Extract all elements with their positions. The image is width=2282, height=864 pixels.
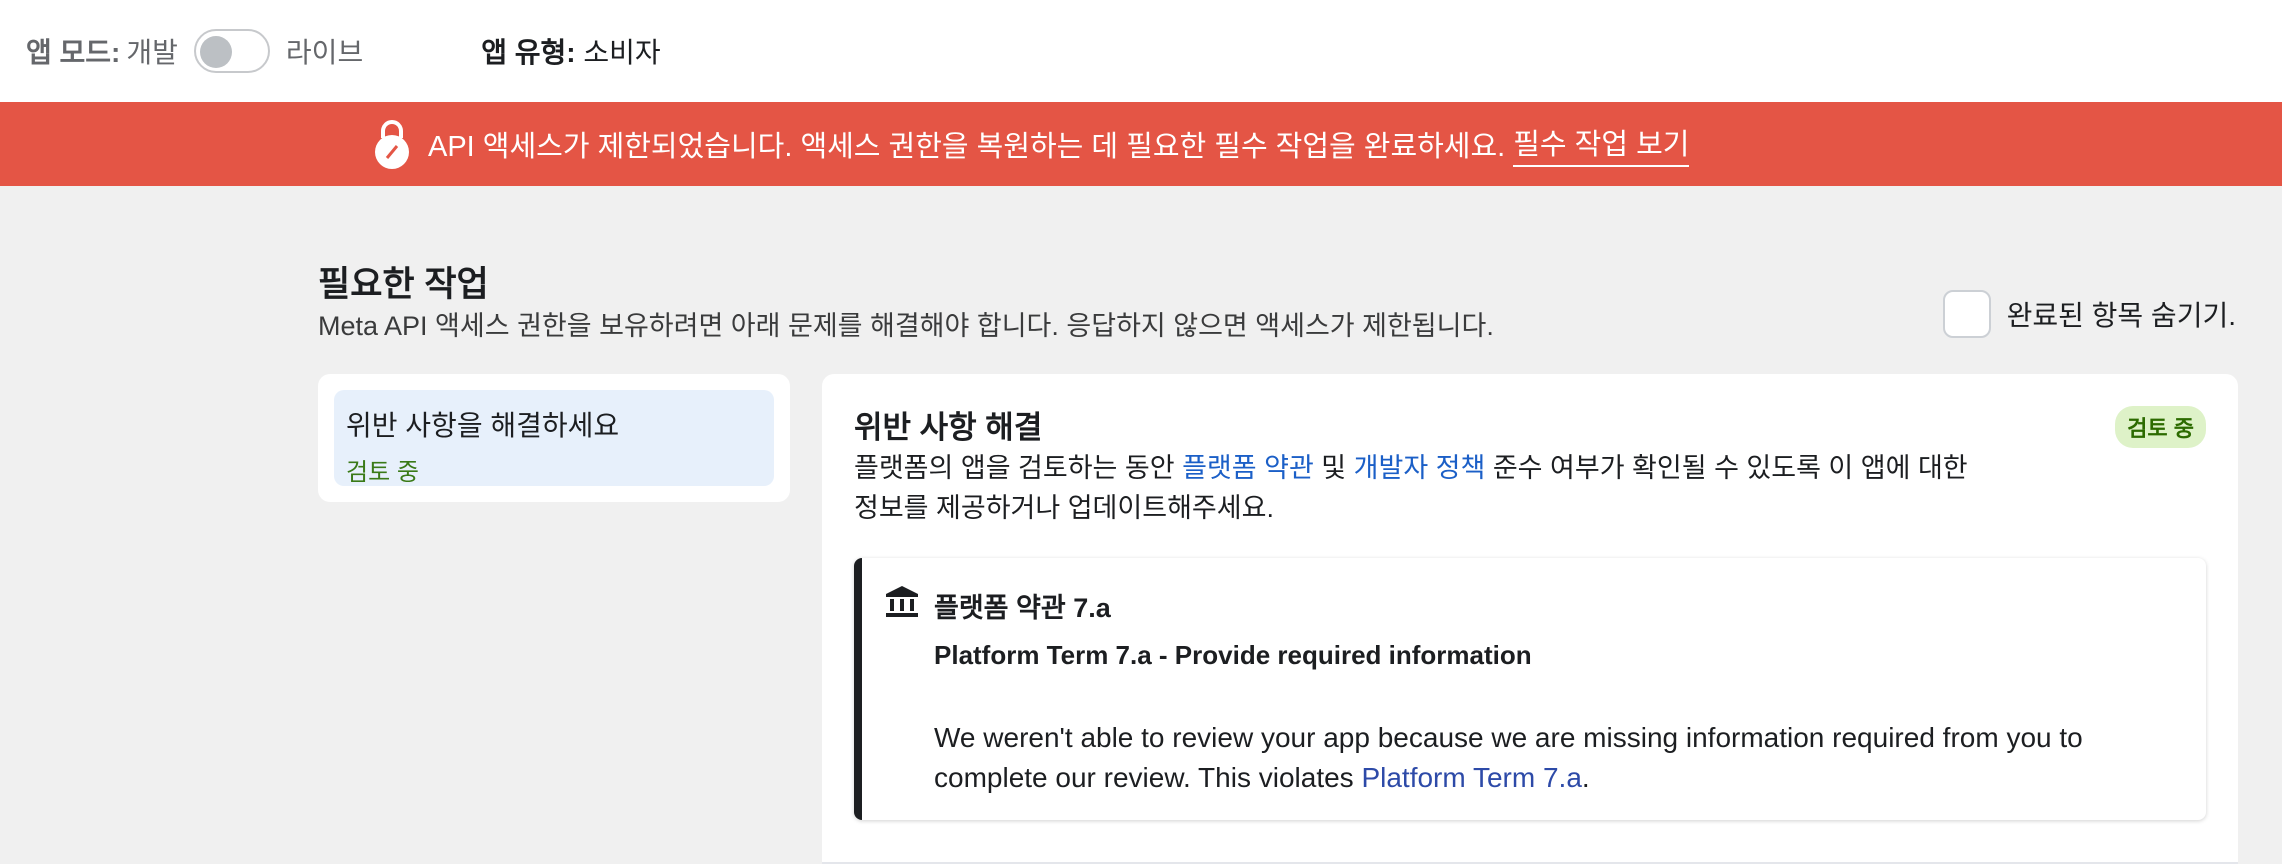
panel-title: 위반 사항 해결 (854, 410, 1043, 445)
lock-icon (372, 118, 412, 170)
app-type: 앱 유형: 소비자 (481, 31, 660, 71)
violation-heading: 플랫폼 약관 7.a (934, 593, 1111, 623)
task-item-title: 위반 사항을 해결하세요 (346, 410, 620, 441)
panel-description: 플랫폼의 앱을 검토하는 동안 플랫폼 약관 및 개발자 정책 준수 여부가 확… (854, 448, 1994, 528)
task-list: 위반 사항을 해결하세요 검토 중 (318, 374, 790, 502)
task-list-item[interactable]: 위반 사항을 해결하세요 검토 중 (334, 390, 774, 486)
violation-body: We weren't able to review your app becau… (934, 718, 2154, 798)
desc-text-2: 및 (1313, 453, 1354, 483)
platform-term-link[interactable]: Platform Term 7.a (1361, 762, 1581, 793)
hide-completed-label: 완료된 항목 숨기기. (2006, 300, 2236, 331)
developer-policy-link[interactable]: 개발자 정책 (1354, 453, 1486, 483)
hide-completed-checkbox[interactable] (1942, 290, 1991, 338)
page-description: Meta API 액세스 권한을 보유하려면 아래 문제를 해결해야 합니다. … (318, 311, 1494, 341)
app-mode-toggle[interactable] (193, 29, 270, 73)
banner-message: API 액세스가 제한되었습니다. 액세스 권한을 복원하는 데 필요한 필수 … (428, 131, 1506, 163)
violation-body-end: . (1581, 762, 1590, 793)
task-item-status: 검토 중 (346, 459, 419, 486)
page-title: 필요한 작업 (318, 265, 489, 304)
app-mode-live-label: 라이브 (285, 37, 364, 68)
violation-card: 플랫폼 약관 7.a Platform Term 7.a - Provide r… (854, 558, 2206, 820)
toggle-knob (199, 36, 232, 68)
app-mode-dev-label: 개발 (126, 37, 178, 68)
desc-text-1: 플랫폼의 앱을 검토하는 동안 (854, 453, 1183, 483)
hide-completed-option[interactable]: 완료된 항목 숨기기. (1942, 290, 2236, 338)
top-bar: 앱 모드: 개발 라이브 앱 유형: 소비자 (0, 0, 2282, 102)
violation-panel: 위반 사항 해결 검토 중 플랫폼의 앱을 검토하는 동안 플랫폼 약관 및 개… (822, 374, 2238, 864)
platform-terms-link[interactable]: 플랫폼 약관 (1182, 453, 1314, 483)
status-badge: 검토 중 (2115, 406, 2206, 448)
app-mode-label: 앱 모드: (26, 37, 121, 68)
app-type-label: 앱 유형: (481, 37, 576, 68)
violation-subheading: Platform Term 7.a - Provide required inf… (934, 640, 1532, 670)
app-type-value: 소비자 (583, 37, 661, 68)
bank-icon (884, 584, 920, 618)
restriction-banner: API 액세스가 제한되었습니다. 액세스 권한을 복원하는 데 필요한 필수 … (0, 102, 2282, 186)
view-required-tasks-link[interactable]: 필수 작업 보기 (1513, 121, 1690, 167)
